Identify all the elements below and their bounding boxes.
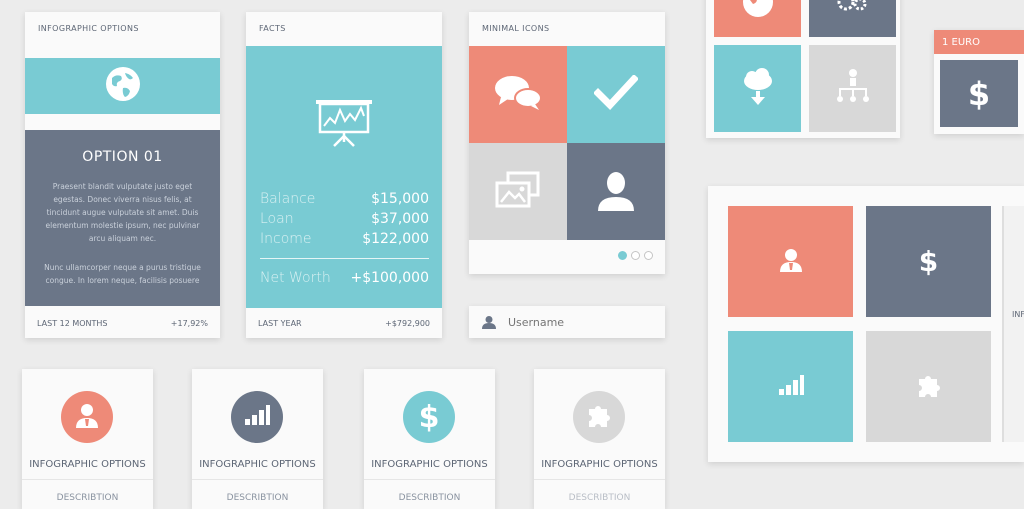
facts-card-body: Balance $15,000 Loan $37,000 Income $122… [246,46,442,308]
tile-chat[interactable] [469,46,567,143]
icon-card-title: INFOGRAPHIC OPTIONS [29,459,146,470]
icon-card-divider [22,479,153,480]
option-title: OPTION 01 [82,149,163,165]
icon-card-title: INFOGRAPHIC OPTIONS [541,459,658,470]
fact-label: Net Worth [260,270,331,286]
big-grid: $ INF [708,186,1024,462]
fact-row-balance: Balance $15,000 [260,191,429,207]
big-tile-businessman[interactable] [728,206,853,317]
username-field[interactable] [469,306,665,338]
puzzle-icon [915,371,943,403]
icon-circle [573,391,625,443]
icon-card-3[interactable]: $ INFOGRAPHIC OPTIONS DESCRIBTION [364,369,495,509]
checkmark-icon [593,73,639,115]
fact-label: Income [260,231,312,247]
cloud-download-icon [740,67,776,111]
option-card-footer: LAST 12 MONTHS +17,92% [25,308,220,338]
fact-row-income: Income $122,000 [260,231,429,247]
option-card-header: INFOGRAPHIC OPTIONS [38,23,139,33]
fact-label: Loan [260,211,294,227]
icon-card-description: DESCRIBTION [568,493,631,503]
icon-card-title: INFOGRAPHIC OPTIONS [199,459,316,470]
icon-circle: $ [403,391,455,443]
fact-row-loan: Loan $37,000 [260,211,429,227]
icon-card-description: DESCRIBTION [226,493,289,503]
icon-card-2[interactable]: INFOGRAPHIC OPTIONS DESCRIBTION [192,369,323,509]
dollar-icon: $ [418,399,440,435]
minimal-icons-header: MINIMAL ICONS [482,23,550,33]
icon-card-description: DESCRIBTION [398,493,461,503]
businessman-icon [778,248,804,276]
top-right-grid [706,0,900,138]
fact-value: $122,000 [362,231,429,247]
network-icon [836,68,870,110]
tile-network[interactable] [809,45,896,132]
businessman-icon [74,402,100,432]
tile-globe[interactable] [714,0,801,37]
icon-card-1[interactable]: INFOGRAPHIC OPTIONS DESCRIBTION [22,369,153,509]
dollar-icon: $ [918,245,939,278]
fact-value: +$100,000 [350,270,429,286]
option-card: INFOGRAPHIC OPTIONS OPTION 01 Praesent b… [25,12,220,338]
option-card-body: OPTION 01 Praesent blandit vulputate jus… [25,130,220,306]
euro-card-header: 1 EURO [934,30,1024,54]
big-tile-dollar[interactable]: $ [866,206,991,317]
puzzle-icon [585,401,613,433]
facts-card-header: FACTS [259,23,286,33]
icon-card-4[interactable]: INFOGRAPHIC OPTIONS DESCRIBTION [534,369,665,509]
pagination-dot-1[interactable] [618,251,627,260]
tile-check[interactable] [567,46,665,143]
fact-value: $15,000 [371,191,429,207]
icon-card-description: DESCRIBTION [56,493,119,503]
option-card-banner [25,58,220,114]
chat-bubbles-icon [493,73,543,117]
image-gallery-icon [494,171,542,213]
footer-label: LAST YEAR [258,318,302,328]
bar-chart-icon [778,374,804,399]
tile-gallery[interactable] [469,143,567,240]
footer-value: +17,92% [170,318,208,328]
euro-label: 1 EURO [942,36,980,48]
presentation-chart-icon [312,98,376,152]
tile-gears[interactable] [809,0,896,37]
facts-divider [260,258,429,259]
fact-value: $37,000 [371,211,429,227]
tile-cloud[interactable] [714,45,801,132]
euro-dollar-tile[interactable]: $ [940,60,1018,127]
user-silhouette-icon [595,169,637,215]
pagination-dots[interactable] [614,251,653,260]
globe-icon [740,0,776,24]
big-tile-chart[interactable] [728,331,853,442]
bar-chart-icon [244,404,270,430]
facts-card: FACTS Balance $15,000 Loan $37,000 Incom… [246,12,442,338]
icon-card-divider [534,479,665,480]
gears-icon [836,0,870,17]
pagination-dot-3[interactable] [644,251,653,260]
fact-label: Balance [260,191,316,207]
globe-icon [103,64,143,108]
icon-card-divider [364,479,495,480]
icon-card-title: INFOGRAPHIC OPTIONS [371,459,488,470]
icon-card-divider [192,479,323,480]
icon-circle [61,391,113,443]
fact-row-net-worth: Net Worth +$100,000 [260,270,429,286]
user-icon [482,315,496,329]
option-body-text-1: Praesent blandit vulputate justo eget eg… [45,182,200,243]
dollar-icon: $ [967,74,991,113]
side-panel-text: INF [1012,310,1024,319]
option-body-text-2: Nunc ullamcorper neque a purus tristique… [44,263,201,285]
facts-card-footer: LAST YEAR +$792,900 [246,308,442,338]
footer-value: +$792,900 [385,318,430,328]
minimal-icons-card: MINIMAL ICONS [469,12,665,274]
pagination-dot-2[interactable] [631,251,640,260]
euro-card: 1 EURO $ [934,30,1024,134]
big-tile-puzzle[interactable] [866,331,991,442]
big-grid-side-panel: INF [1002,206,1024,442]
icon-circle [231,391,283,443]
footer-label: LAST 12 MONTHS [37,318,108,328]
username-input[interactable] [506,314,660,330]
tile-user[interactable] [567,143,665,240]
